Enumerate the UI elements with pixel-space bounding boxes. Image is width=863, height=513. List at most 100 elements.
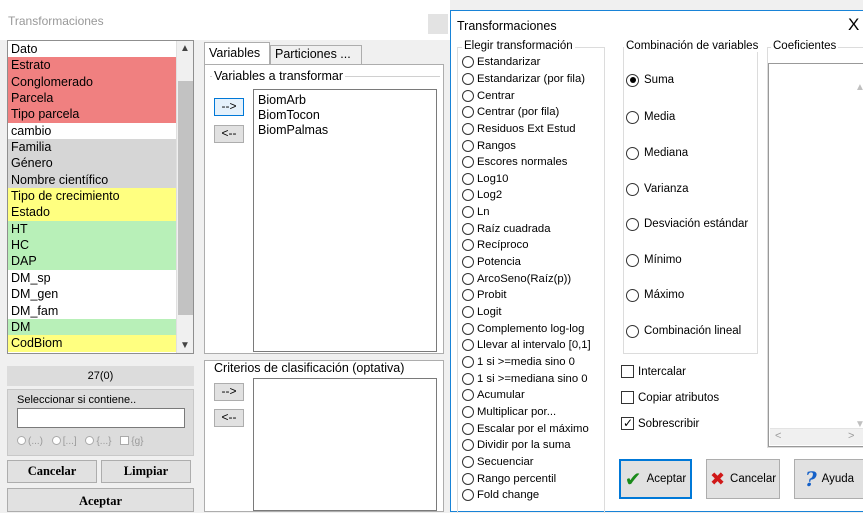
variable-list-item[interactable]: DM_gen (8, 286, 176, 303)
variable-list-scrollbar[interactable]: ▲ ▼ (176, 41, 193, 353)
overwrite-checkbox[interactable]: Sobrescribir (621, 415, 699, 431)
transform-option[interactable]: Potencia (462, 254, 521, 271)
cancel-button[interactable]: Cancelar (7, 460, 97, 483)
background-close-button[interactable] (428, 14, 448, 34)
variable-list-item[interactable]: DAP (8, 253, 176, 270)
checkbox-icon (621, 391, 634, 404)
list-item[interactable]: BiomTocon (258, 108, 432, 123)
transform-option[interactable]: 1 si >=mediana sino 0 (462, 370, 588, 387)
variable-list[interactable]: Dato Estrato Conglomerado Parcela Tipo parce… (7, 40, 194, 354)
variable-list-item[interactable]: DM (8, 318, 176, 336)
transform-option[interactable]: Raíz cuadrada (462, 221, 550, 238)
variable-list-item[interactable]: Tipo de crecimiento (8, 188, 176, 205)
radio-icon (462, 322, 474, 335)
filter-option-group[interactable]: {g} (120, 436, 144, 447)
close-icon[interactable]: X (848, 15, 859, 35)
transform-option[interactable]: Centrar (462, 87, 515, 104)
transform-option[interactable]: Dividir por la suma (462, 437, 571, 454)
coefficients-list[interactable]: ▲ ▼ < > (768, 63, 863, 447)
filter-option-parentheses[interactable]: (...) (17, 436, 43, 447)
combination-option[interactable]: Mediana (626, 145, 688, 161)
variable-list-item[interactable]: Parcela (8, 90, 176, 107)
combination-option[interactable]: Máximo (626, 287, 684, 303)
filter-option-braces[interactable]: {...} (85, 436, 111, 447)
transform-option[interactable]: ArcoSeno(Raíz(p)) (462, 270, 571, 287)
dialog-cancel-button[interactable]: ✖ Cancelar (706, 459, 780, 499)
scroll-down-icon[interactable]: ▼ (180, 340, 190, 351)
scroll-right-icon[interactable]: > (848, 430, 854, 442)
transform-option[interactable]: Secuenciar (462, 454, 534, 471)
transform-option[interactable]: Ln (462, 204, 490, 221)
scroll-up-icon[interactable]: ▲ (855, 82, 863, 93)
scroll-up-icon[interactable]: ▲ (180, 43, 190, 54)
criteria-list[interactable] (253, 378, 437, 511)
radio-icon (462, 272, 474, 285)
list-item[interactable]: BiomPalmas (258, 123, 432, 138)
variable-list-item[interactable]: CodBiom (8, 335, 176, 352)
variable-list-item[interactable]: cambio (8, 122, 176, 140)
variable-list-item[interactable]: Género (8, 155, 176, 172)
transform-option[interactable]: Logit (462, 304, 502, 321)
accept-button-background[interactable]: Aceptar (7, 488, 194, 512)
horizontal-scrollbar[interactable]: < > (770, 428, 863, 445)
variable-list-item[interactable]: Estrato (8, 57, 176, 74)
combination-option[interactable]: Mínimo (626, 252, 682, 268)
transform-option[interactable]: Acumular (462, 387, 525, 404)
radio-icon (462, 289, 474, 302)
tab-partitions[interactable]: Particiones ... (270, 45, 362, 64)
combination-option[interactable]: Suma (626, 72, 674, 88)
criteria-move-left-button[interactable]: <-- (214, 409, 244, 427)
move-right-button[interactable]: --> (214, 98, 244, 116)
transform-option[interactable]: Estandarizar (por fila) (462, 71, 585, 88)
transform-option[interactable]: Residuos Ext Estud (462, 121, 576, 138)
combination-option[interactable]: Media (626, 109, 675, 125)
variable-list-item[interactable]: Familia (8, 139, 176, 156)
variable-list-item[interactable]: Dato (8, 41, 176, 58)
scrollbar-thumb[interactable] (178, 81, 193, 315)
clear-button[interactable]: Limpiar (101, 460, 191, 483)
variable-list-item[interactable]: Conglomerado (8, 73, 176, 91)
criteria-move-right-button[interactable]: --> (214, 383, 244, 401)
variable-list-item[interactable]: DM_sp (8, 269, 176, 287)
transform-option[interactable]: Rango percentil (462, 470, 556, 487)
scroll-left-icon[interactable]: < (775, 430, 781, 442)
combination-option[interactable]: Combinación lineal (626, 323, 741, 339)
copy-attributes-checkbox[interactable]: Copiar atributos (621, 391, 719, 404)
accept-button[interactable]: ✔ Aceptar (619, 459, 692, 499)
intercalate-checkbox[interactable]: Intercalar (621, 365, 686, 378)
transform-option[interactable]: 1 si >=media sino 0 (462, 354, 575, 371)
filter-option-brackets[interactable]: [...] (51, 436, 77, 447)
transform-option[interactable]: Rangos (462, 137, 516, 154)
variable-list-item[interactable]: Estado (8, 204, 176, 221)
selected-variables-list[interactable]: BiomArb BiomTocon BiomPalmas (253, 89, 437, 352)
list-item[interactable]: BiomArb (258, 93, 432, 108)
transform-option[interactable]: Centrar (por fila) (462, 104, 559, 121)
variable-list-item[interactable]: Nombre científico (8, 171, 176, 189)
radio-icon (462, 89, 474, 102)
combination-option[interactable]: Varianza (626, 181, 689, 197)
move-left-button[interactable]: <-- (214, 125, 244, 143)
variable-list-item[interactable]: Tipo parcela (8, 106, 176, 123)
combination-option[interactable]: Desviación estándar (626, 216, 748, 232)
tab-variables[interactable]: Variables (204, 42, 270, 64)
transform-option[interactable]: Log10 (462, 171, 508, 188)
transform-option[interactable]: Complemento log-log (462, 320, 584, 337)
variable-list-item[interactable]: DM_fam (8, 302, 176, 319)
help-button[interactable]: ? Ayuda (794, 459, 863, 499)
radio-icon (462, 72, 474, 85)
radio-icon (462, 189, 474, 202)
variable-count: 27(0) (7, 366, 194, 386)
transform-option[interactable]: Log2 (462, 187, 502, 204)
transform-option[interactable]: Estandarizar (462, 54, 540, 71)
filter-input[interactable] (17, 408, 185, 428)
transform-option[interactable]: Probit (462, 287, 507, 304)
transform-option[interactable]: Multiplicar por... (462, 404, 556, 421)
variable-list-item[interactable]: HC (8, 237, 176, 254)
transform-option[interactable]: Fold change (462, 487, 539, 504)
transform-option[interactable]: Escalar por el máximo (462, 420, 589, 437)
transform-option[interactable]: Llevar al intervalo [0,1] (462, 337, 591, 354)
variable-list-item[interactable]: HT (8, 220, 176, 238)
transform-option[interactable]: Recíproco (462, 237, 529, 254)
transform-option[interactable]: Escores normales (462, 154, 567, 171)
coefficients-group: Coeficientes ▲ ▼ < > (767, 40, 863, 448)
